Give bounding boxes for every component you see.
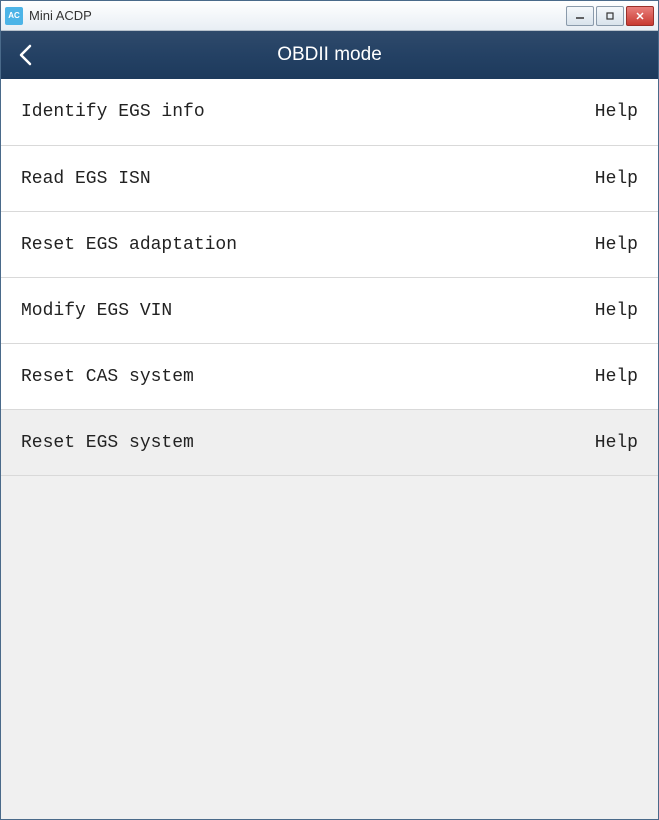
page-header: OBDII mode [1, 31, 658, 79]
menu-item-label: Modify EGS VIN [21, 301, 595, 321]
menu-list: Identify EGS info Help Read EGS ISN Help… [1, 79, 658, 819]
menu-item-label: Reset EGS system [21, 433, 595, 453]
maximize-button[interactable] [596, 6, 624, 26]
app-icon: AC [5, 7, 23, 25]
menu-item-label: Reset CAS system [21, 367, 595, 387]
menu-item-label: Reset EGS adaptation [21, 235, 595, 255]
chevron-left-icon [18, 44, 32, 66]
page-title: OBDII mode [1, 44, 658, 66]
minimize-button[interactable] [566, 6, 594, 26]
menu-item-reset-cas-system[interactable]: Reset CAS system Help [1, 343, 658, 410]
app-window: AC Mini ACDP OBDII mode Identify EGS inf… [0, 0, 659, 820]
help-link[interactable]: Help [595, 235, 638, 255]
help-link[interactable]: Help [595, 102, 638, 122]
help-link[interactable]: Help [595, 169, 638, 189]
window-controls [566, 6, 654, 26]
minimize-icon [575, 11, 585, 21]
menu-item-reset-egs-adaptation[interactable]: Reset EGS adaptation Help [1, 211, 658, 278]
help-link[interactable]: Help [595, 301, 638, 321]
titlebar[interactable]: AC Mini ACDP [1, 1, 658, 31]
back-button[interactable] [1, 31, 49, 79]
menu-item-read-egs-isn[interactable]: Read EGS ISN Help [1, 145, 658, 212]
menu-item-reset-egs-system[interactable]: Reset EGS system Help [1, 409, 658, 476]
menu-item-identify-egs-info[interactable]: Identify EGS info Help [1, 79, 658, 146]
close-icon [635, 11, 645, 21]
close-button[interactable] [626, 6, 654, 26]
window-title: Mini ACDP [29, 8, 566, 23]
menu-item-label: Identify EGS info [21, 102, 595, 122]
menu-item-label: Read EGS ISN [21, 169, 595, 189]
help-link[interactable]: Help [595, 367, 638, 387]
menu-item-modify-egs-vin[interactable]: Modify EGS VIN Help [1, 277, 658, 344]
help-link[interactable]: Help [595, 433, 638, 453]
maximize-icon [605, 11, 615, 21]
